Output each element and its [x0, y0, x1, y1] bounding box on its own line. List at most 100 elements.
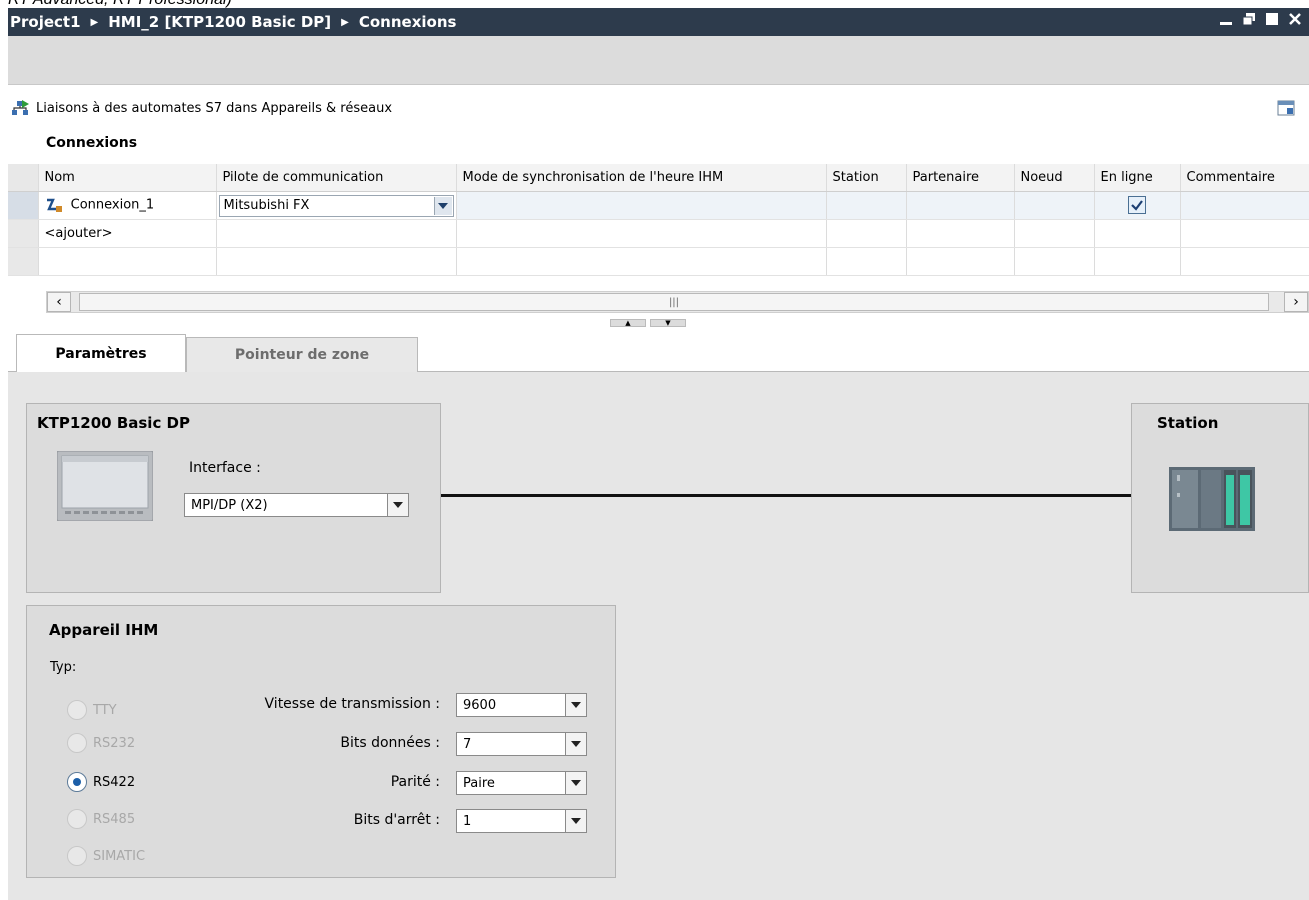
scrollbar-thumb[interactable]: ||| — [79, 293, 1269, 311]
table-cell[interactable] — [1014, 219, 1095, 248]
table-cell[interactable] — [1094, 219, 1181, 248]
radio-button[interactable] — [67, 733, 87, 753]
node-cell[interactable] — [1014, 191, 1095, 220]
hmi-device-title: KTP1200 Basic DP — [37, 414, 191, 432]
table-settings-icon[interactable] — [1277, 100, 1295, 120]
row-selector[interactable] — [8, 191, 39, 220]
table-cell[interactable] — [826, 219, 907, 248]
stop-bits-label: Bits d'arrêt : — [353, 812, 440, 828]
type-label: Typ: — [50, 660, 77, 675]
horizontal-scrollbar[interactable]: ‹ ||| › — [46, 291, 1309, 313]
radio-label: RS422 — [93, 774, 136, 790]
radio-button[interactable] — [67, 700, 87, 720]
table-cell[interactable] — [456, 219, 827, 248]
tab-parametres[interactable]: Paramètres — [16, 334, 186, 373]
tab-pointeur-de-zone[interactable]: Pointeur de zone — [186, 337, 418, 372]
table-row[interactable]: <ajouter> — [8, 219, 1309, 248]
link-bar: Liaisons à des automates S7 dans Apparei… — [8, 92, 1309, 124]
network-connection-line — [441, 494, 1131, 497]
table-cell — [1094, 247, 1181, 276]
station-cell[interactable] — [826, 191, 907, 220]
table-cell[interactable] — [1180, 219, 1309, 248]
column-header-noeud[interactable]: Noeud — [1014, 164, 1095, 192]
column-header-en-ligne[interactable]: En ligne — [1094, 164, 1181, 192]
table-cell — [456, 247, 827, 276]
add-connection-cell[interactable]: <ajouter> — [38, 219, 217, 248]
collapse-up-icon[interactable]: ▲ — [610, 319, 646, 327]
column-header-partenaire[interactable]: Partenaire — [906, 164, 1015, 192]
table-cell[interactable] — [906, 219, 1015, 248]
breadcrumb-project[interactable]: Project1 — [10, 13, 81, 31]
radio-button-selected[interactable] — [67, 772, 87, 792]
table-cell — [216, 247, 457, 276]
scroll-right-icon[interactable]: › — [1284, 292, 1308, 312]
connection-icon — [46, 198, 62, 212]
network-link-icon[interactable] — [10, 98, 30, 118]
hmi-device-box: KTP1200 Basic DP Interface : MPI/DP (X2) — [26, 403, 441, 593]
radio-label: SIMATIC — [93, 848, 146, 864]
radio-button[interactable] — [67, 809, 87, 829]
breadcrumb-device[interactable]: HMI_2 [KTP1200 Basic DP] — [108, 13, 331, 31]
data-bits-dropdown[interactable]: 7 — [456, 732, 587, 756]
interface-value: MPI/DP (X2) — [191, 497, 268, 513]
restore-icon[interactable] — [1240, 12, 1257, 29]
appareil-ihm-box: Appareil IHM Typ: TTY RS232 RS422 RS485 … — [26, 605, 616, 878]
column-header-synchro[interactable]: Mode de synchronisation de l'heure IHM — [456, 164, 827, 192]
connection-name-cell[interactable]: Connexion_1 — [38, 191, 217, 220]
row-header-corner — [8, 164, 39, 192]
baud-rate-value: 9600 — [463, 697, 497, 713]
chevron-down-icon[interactable] — [565, 772, 586, 794]
plc-station-icon — [1169, 467, 1255, 535]
breadcrumb-editor: Connexions — [358, 13, 457, 31]
radio-rs422[interactable]: RS422 — [67, 772, 135, 792]
interface-dropdown[interactable]: MPI/DP (X2) — [184, 493, 409, 517]
online-cell[interactable] — [1094, 191, 1181, 220]
parity-dropdown[interactable]: Paire — [456, 771, 587, 795]
radio-rs485[interactable]: RS485 — [67, 809, 135, 829]
panel-splitter[interactable]: ▲ ▼ — [8, 317, 1309, 327]
time-sync-cell[interactable] — [456, 191, 827, 220]
window-controls — [1217, 12, 1303, 29]
partner-cell[interactable] — [906, 191, 1015, 220]
communication-driver-cell[interactable]: Mitsubishi FX — [216, 191, 457, 220]
row-selector[interactable] — [8, 219, 39, 248]
table-row[interactable]: Connexion_1 Mitsubishi FX — [8, 191, 1309, 220]
column-header-commentaire[interactable]: Commentaire — [1180, 164, 1309, 192]
parity-label: Parité : — [390, 774, 440, 790]
stop-bits-dropdown[interactable]: 1 — [456, 809, 587, 833]
radio-simatic[interactable]: SIMATIC — [67, 846, 145, 866]
table-cell[interactable] — [216, 219, 457, 248]
chevron-down-icon[interactable] — [565, 694, 586, 716]
column-header-station[interactable]: Station — [826, 164, 907, 192]
communication-driver-dropdown[interactable]: Mitsubishi FX — [218, 194, 454, 217]
column-header-nom[interactable]: Nom — [38, 164, 217, 192]
link-s7-devices-networks[interactable]: Liaisons à des automates S7 dans Apparei… — [36, 101, 392, 116]
breadcrumb-separator-icon: ▶ — [90, 16, 99, 28]
close-icon[interactable] — [1286, 12, 1303, 29]
data-bits-label: Bits données : — [340, 735, 440, 751]
chevron-down-icon[interactable] — [565, 810, 586, 832]
section-title-connexions: Connexions — [46, 135, 138, 151]
scroll-left-icon[interactable]: ‹ — [47, 292, 71, 312]
maximize-icon[interactable] — [1263, 12, 1280, 29]
minimize-icon[interactable] — [1217, 12, 1234, 29]
chevron-down-icon[interactable] — [565, 733, 586, 755]
radio-label: RS485 — [93, 811, 136, 827]
appareil-ihm-title: Appareil IHM — [49, 621, 159, 639]
column-header-pilote[interactable]: Pilote de communication — [216, 164, 457, 192]
chevron-down-icon[interactable] — [433, 196, 452, 215]
comment-cell[interactable] — [1180, 191, 1309, 220]
connections-table: Nom Pilote de communication Mode de sync… — [8, 164, 1309, 276]
baud-rate-dropdown[interactable]: 9600 — [456, 693, 587, 717]
chevron-down-icon[interactable] — [387, 494, 408, 516]
radio-tty[interactable]: TTY — [67, 700, 117, 720]
baud-rate-label: Vitesse de transmission : — [264, 696, 440, 712]
online-checkbox[interactable] — [1128, 196, 1146, 214]
stop-bits-value: 1 — [463, 813, 472, 829]
radio-label: TTY — [93, 702, 117, 718]
radio-rs232[interactable]: RS232 — [67, 733, 135, 753]
radio-button[interactable] — [67, 846, 87, 866]
table-cell — [1014, 247, 1095, 276]
hmi-panel-icon — [56, 450, 154, 525]
collapse-down-icon[interactable]: ▼ — [650, 319, 686, 327]
